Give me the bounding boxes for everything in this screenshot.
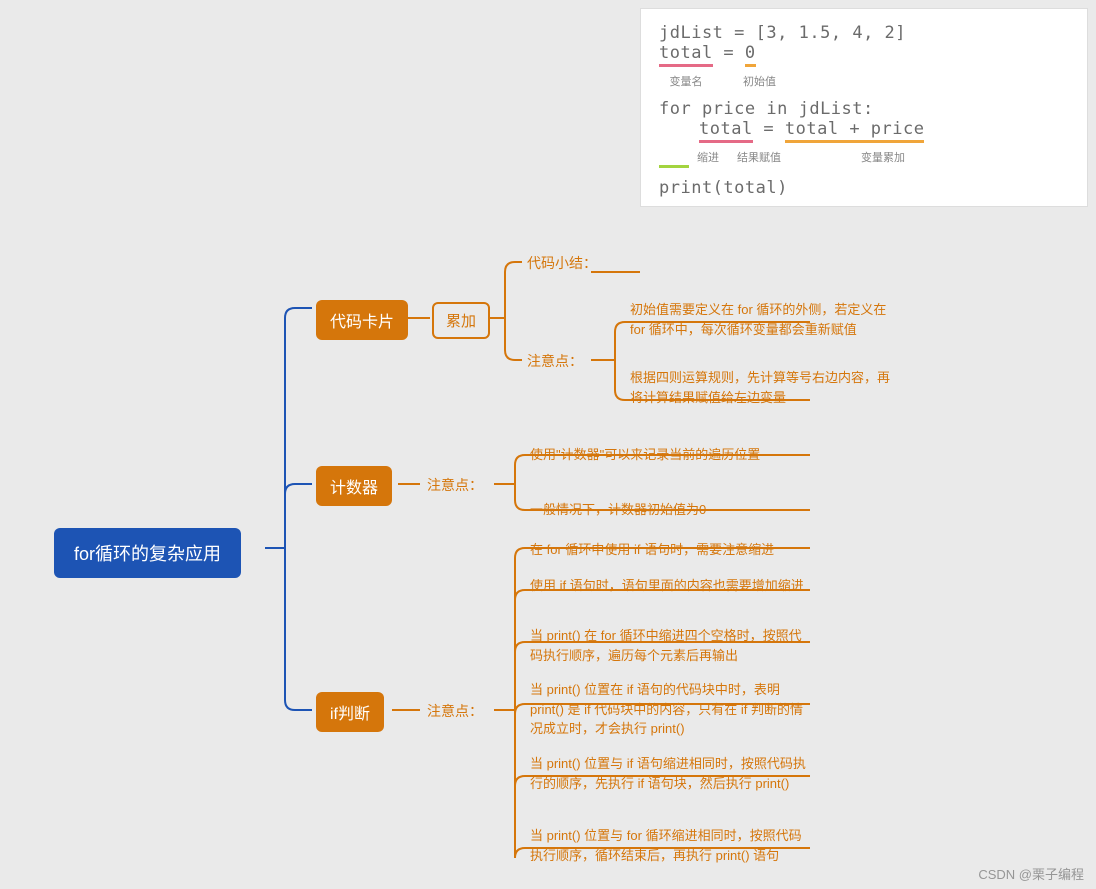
branch-counter: 计数器 xyxy=(316,466,392,506)
code-anno-row-1: 变量名初始值 xyxy=(659,67,1069,99)
code-card: jdList = [3, 1.5, 4, 2] total = 0 变量名初始值… xyxy=(640,8,1088,207)
branch-if: if判断 xyxy=(316,692,384,732)
leaf-acc-2: 根据四则运算规则，先计算等号右边内容，再将计算结果赋值给左边变量 xyxy=(630,368,900,407)
code-line-4: total = total + price xyxy=(659,119,1069,143)
root-node: for循环的复杂应用 xyxy=(54,528,241,578)
label-code-summary: 代码小结： xyxy=(527,253,597,273)
code-line-2: total = 0 xyxy=(659,43,1069,67)
code-anno-row-2: 缩进结果赋值变量累加 xyxy=(659,143,1069,178)
leaf-if-4: 当 print() 位置在 if 语句的代码块中时，表明 print() 是 i… xyxy=(530,680,810,739)
subbranch-accumulate: 累加 xyxy=(432,302,490,339)
code-line-1: jdList = [3, 1.5, 4, 2] xyxy=(659,23,1069,43)
label-counter-notes: 注意点： xyxy=(427,475,483,495)
leaf-cnt-1: 使用"计数器"可以来记录当前的遍历位置 xyxy=(530,445,810,465)
leaf-cnt-2: 一般情况下，计数器初始值为0 xyxy=(530,500,810,520)
code-line-5: print(total) xyxy=(659,178,1069,198)
watermark: CSDN @栗子编程 xyxy=(978,864,1084,883)
label-if-notes: 注意点： xyxy=(427,701,483,721)
leaf-if-5: 当 print() 位置与 if 语句缩进相同时，按照代码执行的顺序，先执行 i… xyxy=(530,754,810,793)
leaf-if-2: 使用 if 语句时，语句里面的内容也需要增加缩进 xyxy=(530,576,810,596)
branch-code-card: 代码卡片 xyxy=(316,300,408,340)
code-line-3: for price in jdList: xyxy=(659,99,1069,119)
leaf-if-6: 当 print() 位置与 for 循环缩进相同时，按照代码执行顺序，循环结束后… xyxy=(530,826,810,865)
leaf-if-1: 在 for 循环中使用 if 语句时，需要注意缩进 xyxy=(530,540,810,560)
leaf-if-3: 当 print() 在 for 循环中缩进四个空格时，按照代码执行顺序，遍历每个… xyxy=(530,626,810,665)
leaf-acc-1: 初始值需要定义在 for 循环的外侧，若定义在 for 循环中，每次循环变量都会… xyxy=(630,300,900,339)
label-accumulate-notes: 注意点： xyxy=(527,351,583,371)
